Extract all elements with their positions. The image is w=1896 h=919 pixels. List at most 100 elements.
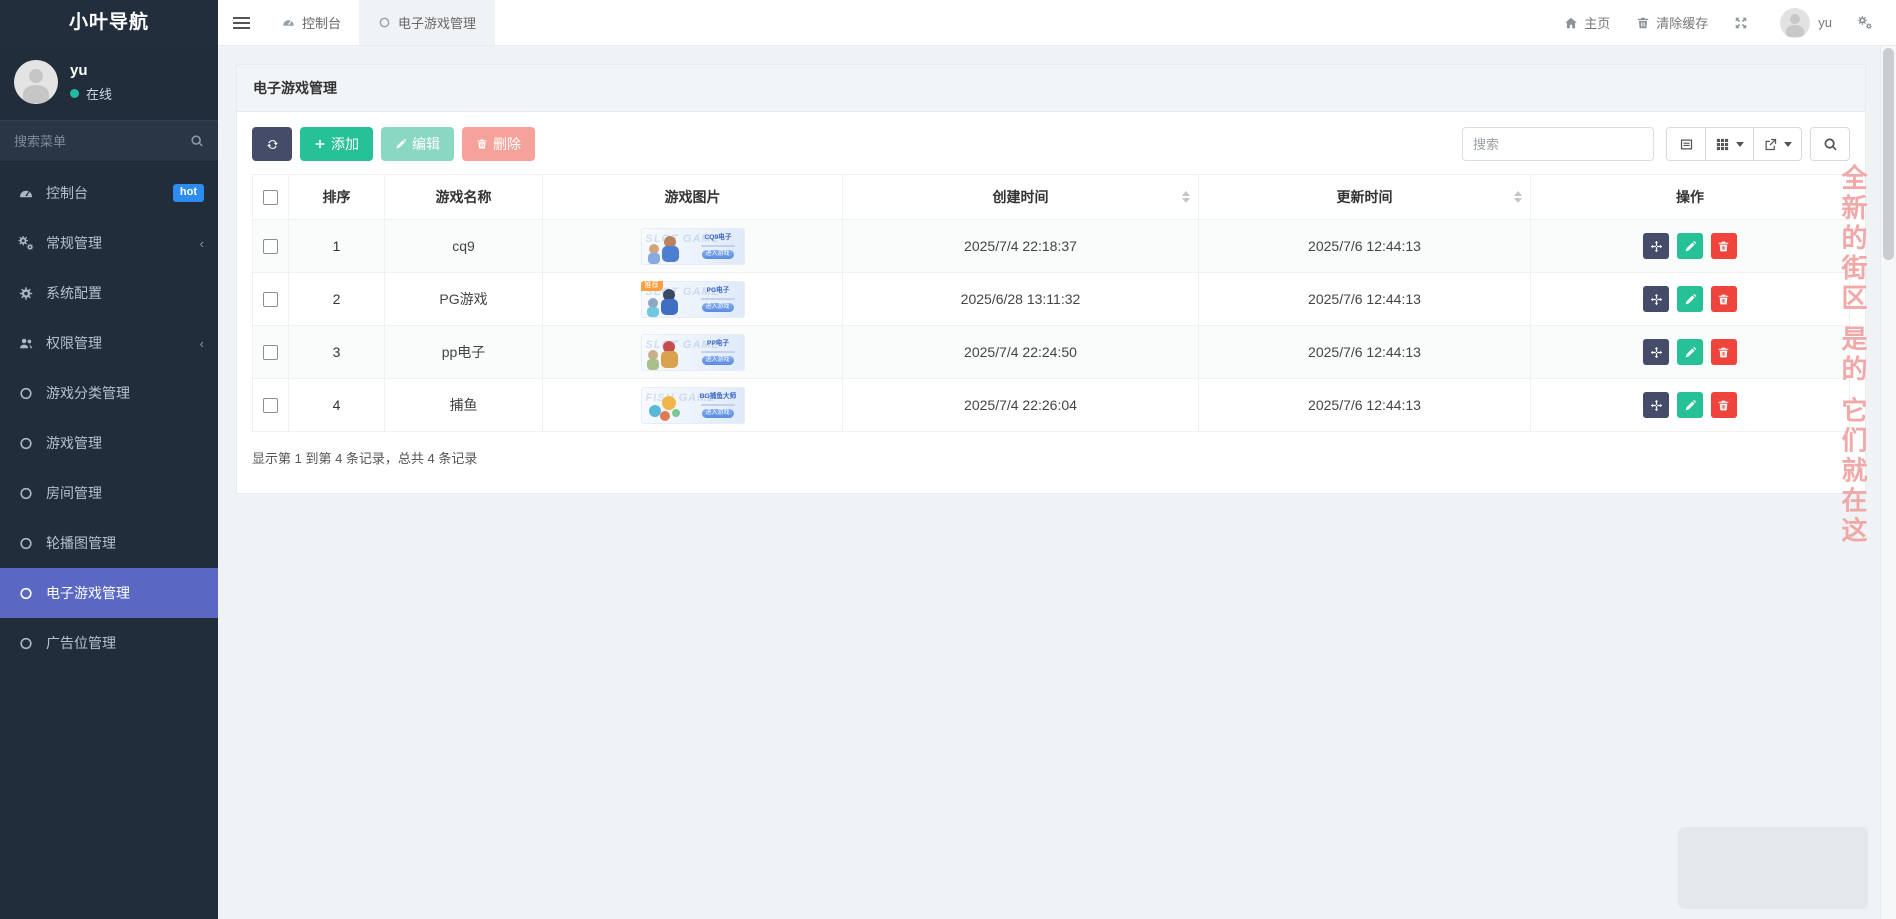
row-delete-button[interactable] bbox=[1710, 286, 1737, 312]
hot-badge: hot bbox=[172, 184, 204, 202]
sidebar-item-label: 游戏分类管理 bbox=[46, 385, 130, 401]
sidebar-item-ad[interactable]: 广告位管理 bbox=[0, 618, 218, 668]
gears-icon bbox=[1858, 16, 1872, 30]
row-checkbox[interactable] bbox=[263, 345, 278, 361]
column-header-image: 游戏图片 bbox=[542, 174, 843, 220]
topbar-actions: 主页 清除缓存 yu bbox=[1538, 0, 1896, 45]
search-icon bbox=[190, 134, 204, 148]
sidebar-item-auth[interactable]: 权限管理 ‹ bbox=[0, 318, 218, 368]
add-button[interactable]: 添加 bbox=[300, 127, 373, 161]
view-button-group bbox=[1666, 127, 1802, 161]
export-button[interactable] bbox=[1754, 127, 1802, 161]
columns-button[interactable] bbox=[1706, 127, 1754, 161]
edit-button[interactable]: 编辑 bbox=[381, 127, 454, 161]
home-button[interactable]: 主页 bbox=[1564, 13, 1610, 32]
pagination-summary: 显示第 1 到第 4 条记录，总共 4 条记录 bbox=[252, 451, 478, 466]
row-move-button[interactable] bbox=[1643, 233, 1670, 259]
dashboard-icon bbox=[16, 186, 36, 201]
column-header-created[interactable]: 创建时间 bbox=[842, 174, 1199, 220]
tab-label: 电子游戏管理 bbox=[398, 16, 477, 31]
sidebar-item-label: 广告位管理 bbox=[46, 635, 116, 651]
table-row[interactable]: 4 捕鱼 FISH GAME BG捕鱼大师 进入游戏 2025/7/4 22:2… bbox=[252, 378, 1850, 432]
tab-dashboard[interactable]: 控制台 bbox=[264, 0, 361, 45]
clear-cache-button[interactable]: 清除缓存 bbox=[1636, 13, 1708, 32]
avatar bbox=[1780, 7, 1811, 38]
list-view-icon bbox=[1679, 137, 1694, 152]
tab-e-game[interactable]: 电子游戏管理 bbox=[360, 0, 496, 45]
circle-icon bbox=[16, 586, 36, 601]
edit-label: 编辑 bbox=[412, 136, 440, 152]
row-edit-button[interactable] bbox=[1677, 392, 1703, 418]
sidebar-item-game-category[interactable]: 游戏分类管理 bbox=[0, 368, 218, 418]
row-move-button[interactable] bbox=[1643, 286, 1670, 312]
sidebar-item-system-config[interactable]: 系统配置 bbox=[0, 268, 218, 318]
user-menu[interactable]: yu bbox=[1780, 7, 1832, 38]
sort-arrows-icon bbox=[1514, 191, 1522, 203]
row-created-time: 2025/6/28 13:11:32 bbox=[842, 272, 1199, 326]
row-sort: 4 bbox=[288, 378, 385, 432]
row-move-button[interactable] bbox=[1643, 339, 1670, 365]
sidebar-item-general[interactable]: 常规管理 ‹ bbox=[0, 218, 218, 268]
table-search-input[interactable] bbox=[1462, 127, 1654, 161]
caret-down-icon bbox=[1736, 141, 1744, 147]
row-edit-button[interactable] bbox=[1677, 286, 1703, 312]
table-header-row: 排序 游戏名称 游戏图片 创建时间 更新时间 操作 bbox=[252, 174, 1850, 220]
row-delete-button[interactable] bbox=[1710, 339, 1737, 365]
game-banner-image[interactable]: SLOT GAME CQ9电子 进入游戏 bbox=[640, 227, 745, 265]
plus-icon bbox=[314, 138, 326, 150]
row-checkbox[interactable] bbox=[263, 292, 278, 308]
search-toggle-button[interactable] bbox=[1810, 127, 1850, 161]
menu-search-input[interactable] bbox=[14, 133, 190, 149]
sidebar-item-label: 电子游戏管理 bbox=[46, 585, 130, 601]
hamburger-icon bbox=[232, 14, 250, 32]
user-panel: yu 在线 bbox=[0, 46, 218, 120]
avatar[interactable] bbox=[14, 60, 58, 104]
home-icon bbox=[1564, 16, 1578, 30]
sidebar-item-room[interactable]: 房间管理 bbox=[0, 468, 218, 518]
row-edit-button[interactable] bbox=[1677, 233, 1703, 259]
refresh-icon bbox=[266, 138, 279, 151]
scrollbar-thumb[interactable] bbox=[1883, 48, 1894, 260]
column-header-updated[interactable]: 更新时间 bbox=[1198, 174, 1531, 220]
select-all-checkbox[interactable] bbox=[263, 190, 278, 206]
row-updated-time: 2025/7/6 12:44:13 bbox=[1198, 325, 1531, 379]
delete-button[interactable]: 删除 bbox=[462, 127, 535, 161]
table-row[interactable]: 3 pp电子 SLOT GAME PP电子 进入游戏 2025/7/4 22:2… bbox=[252, 325, 1850, 379]
row-checkbox[interactable] bbox=[263, 239, 278, 255]
game-banner-image[interactable]: FISH GAME BG捕鱼大师 进入游戏 bbox=[640, 386, 745, 424]
row-game-name: cq9 bbox=[384, 219, 543, 273]
table-row[interactable]: 1 cq9 SLOT GAME CQ9电子 进入游戏 2025/7/4 22:1… bbox=[252, 219, 1850, 273]
banner-title: CQ9电子 bbox=[704, 233, 731, 241]
detail-view-button[interactable] bbox=[1666, 127, 1706, 161]
sidebar-item-carousel[interactable]: 轮播图管理 bbox=[0, 518, 218, 568]
game-banner-art bbox=[646, 340, 678, 370]
fullscreen-button[interactable] bbox=[1734, 16, 1754, 30]
sidebar: 小叶导航 yu 在线 控制台 hot 常规管理 ‹ bbox=[0, 0, 218, 919]
game-banner-image[interactable]: SLOT GAME PP电子 进入游戏 bbox=[640, 333, 745, 371]
column-header-ops: 操作 bbox=[1530, 174, 1850, 220]
game-banner-image[interactable]: SLOT GAME PG电子 进入游戏 推荐 bbox=[640, 280, 745, 318]
row-edit-button[interactable] bbox=[1677, 339, 1703, 365]
table-row[interactable]: 2 PG游戏 SLOT GAME PG电子 进入游戏 推荐 2025/6/28 … bbox=[252, 272, 1850, 326]
row-checkbox[interactable] bbox=[263, 398, 278, 414]
refresh-button[interactable] bbox=[252, 127, 292, 161]
row-move-button[interactable] bbox=[1643, 392, 1670, 418]
row-delete-button[interactable] bbox=[1710, 233, 1737, 259]
row-sort: 2 bbox=[288, 272, 385, 326]
users-icon bbox=[16, 336, 36, 351]
sidebar-item-label: 常规管理 bbox=[46, 235, 102, 251]
move-icon bbox=[1650, 240, 1663, 253]
circle-icon bbox=[16, 386, 36, 401]
row-delete-button[interactable] bbox=[1710, 392, 1737, 418]
settings-button[interactable] bbox=[1858, 16, 1878, 30]
sidebar-item-game[interactable]: 游戏管理 bbox=[0, 418, 218, 468]
row-updated-time: 2025/7/6 12:44:13 bbox=[1198, 219, 1531, 273]
banner-title: BG捕鱼大师 bbox=[699, 392, 736, 400]
column-header-name: 游戏名称 bbox=[384, 174, 543, 220]
banner-subtitle bbox=[700, 244, 735, 247]
circle-icon bbox=[378, 16, 391, 29]
vertical-scrollbar[interactable] bbox=[1880, 46, 1896, 919]
sidebar-item-e-game[interactable]: 电子游戏管理 bbox=[0, 568, 218, 618]
sidebar-item-dashboard[interactable]: 控制台 hot bbox=[0, 168, 218, 218]
menu-toggle-button[interactable] bbox=[218, 0, 264, 45]
